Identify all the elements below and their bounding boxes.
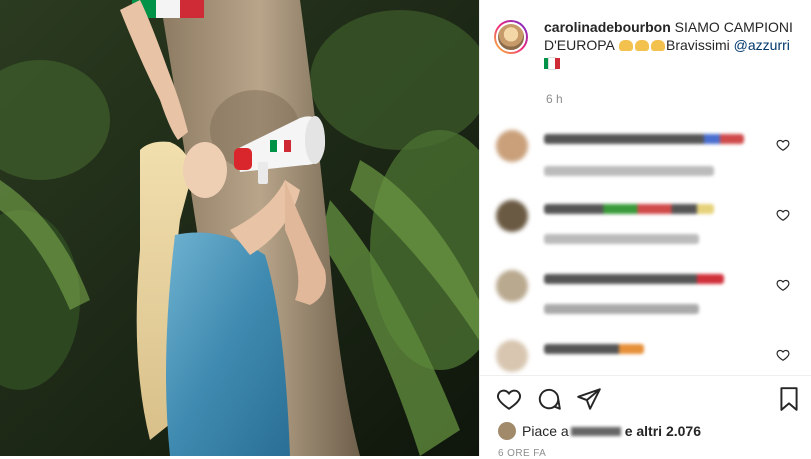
comment-like-heart-icon[interactable] xyxy=(776,278,790,292)
comment-avatar[interactable] xyxy=(496,200,528,232)
post-photo-illustration xyxy=(0,0,479,456)
comment-username-blurred[interactable] xyxy=(544,274,724,284)
likes-count[interactable]: e altri 2.076 xyxy=(625,423,701,439)
comment-item xyxy=(496,200,796,250)
mention-link[interactable]: @azzurri xyxy=(734,37,790,53)
flexed-biceps-icon xyxy=(619,40,633,51)
likes-summary[interactable]: Piace a e altri 2.076 xyxy=(498,422,701,440)
comment-item xyxy=(496,130,796,180)
heart-icon[interactable] xyxy=(496,386,522,412)
comment-text-blurred xyxy=(544,166,714,176)
post-actions: Piace a e altri 2.076 6 ORE FA xyxy=(480,375,811,459)
comment-text-blurred xyxy=(544,304,699,314)
post-date: 6 ORE FA xyxy=(498,448,547,459)
caption-text: carolinadebourbon SIAMO CAMPIONI D'EUROP… xyxy=(544,18,801,72)
bookmark-icon[interactable] xyxy=(776,386,802,412)
liker-avatar xyxy=(498,422,516,440)
caption-body-2: Bravissimi xyxy=(666,37,734,53)
comment-avatar[interactable] xyxy=(496,130,528,162)
comment-username-blurred[interactable] xyxy=(544,344,644,354)
comment-avatar[interactable] xyxy=(496,270,528,302)
flexed-biceps-icon xyxy=(651,40,665,51)
caption-timestamp[interactable]: 6 h xyxy=(546,92,563,106)
author-avatar-image xyxy=(496,22,526,52)
liker-username-blurred[interactable] xyxy=(570,427,621,436)
author-username[interactable]: carolinadebourbon xyxy=(544,19,671,35)
comment-icon[interactable] xyxy=(536,386,562,412)
author-avatar[interactable] xyxy=(494,20,528,54)
comment-avatar[interactable] xyxy=(496,340,528,372)
comment-item xyxy=(496,270,796,320)
post-sidebar: carolinadebourbon SIAMO CAMPIONI D'EUROP… xyxy=(479,0,811,459)
comment-like-heart-icon[interactable] xyxy=(776,348,790,362)
italy-flag-icon xyxy=(544,55,560,70)
post-photo[interactable] xyxy=(0,0,479,456)
comment-like-heart-icon[interactable] xyxy=(776,208,790,222)
comment-username-blurred[interactable] xyxy=(544,204,714,214)
comment-like-heart-icon[interactable] xyxy=(776,138,790,152)
comment-username-blurred[interactable] xyxy=(544,134,744,144)
comment-text-blurred xyxy=(544,234,699,244)
send-icon[interactable] xyxy=(576,386,602,412)
flexed-biceps-icon xyxy=(635,40,649,51)
instagram-post: carolinadebourbon SIAMO CAMPIONI D'EUROP… xyxy=(0,0,811,459)
post-caption: carolinadebourbon SIAMO CAMPIONI D'EUROP… xyxy=(494,18,801,72)
likes-prefix: Piace a xyxy=(522,423,569,439)
